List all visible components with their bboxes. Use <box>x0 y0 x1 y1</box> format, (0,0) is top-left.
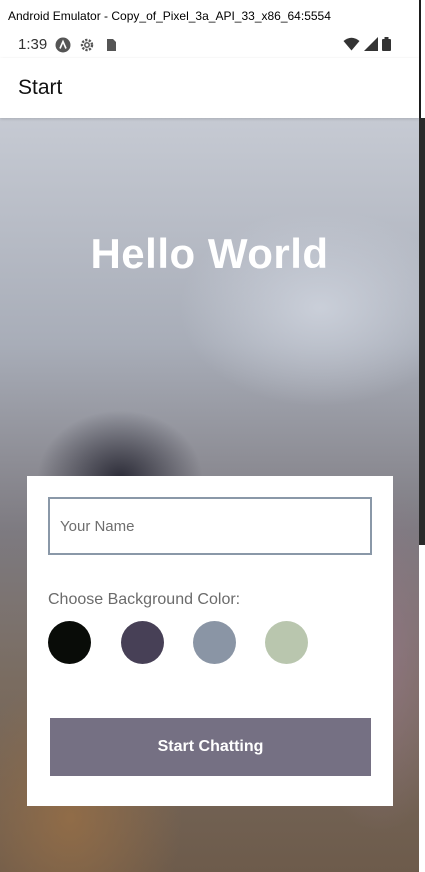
color-option-black[interactable] <box>48 621 91 664</box>
sd-card-icon <box>103 37 119 53</box>
wifi-icon <box>343 37 360 55</box>
emulator-window-title: Android Emulator - Copy_of_Pixel_3a_API_… <box>0 0 425 32</box>
color-option-gray[interactable] <box>193 621 236 664</box>
window-edge-strip <box>419 118 425 545</box>
status-bar: 1:39 <box>0 32 419 58</box>
window-edge-strip-lower <box>419 545 425 872</box>
hero-title: Hello World <box>90 230 329 277</box>
android-auto-icon <box>55 37 71 53</box>
cell-signal-icon <box>364 37 378 55</box>
app-bar: Start <box>0 58 419 118</box>
settings-gear-icon <box>79 37 95 53</box>
name-field-container <box>48 497 372 555</box>
name-input[interactable] <box>50 499 370 553</box>
status-time: 1:39 <box>18 36 48 53</box>
color-choice-label: Choose Background Color: <box>48 591 241 608</box>
color-option-purple[interactable] <box>121 621 164 664</box>
start-form-card: Choose Background Color: Start Chatting <box>27 476 393 806</box>
status-right-icons <box>343 37 391 55</box>
color-option-green[interactable] <box>265 621 308 664</box>
start-chatting-button[interactable]: Start Chatting <box>50 718 371 776</box>
app-bar-title: Start <box>18 76 63 99</box>
battery-icon <box>382 37 391 55</box>
